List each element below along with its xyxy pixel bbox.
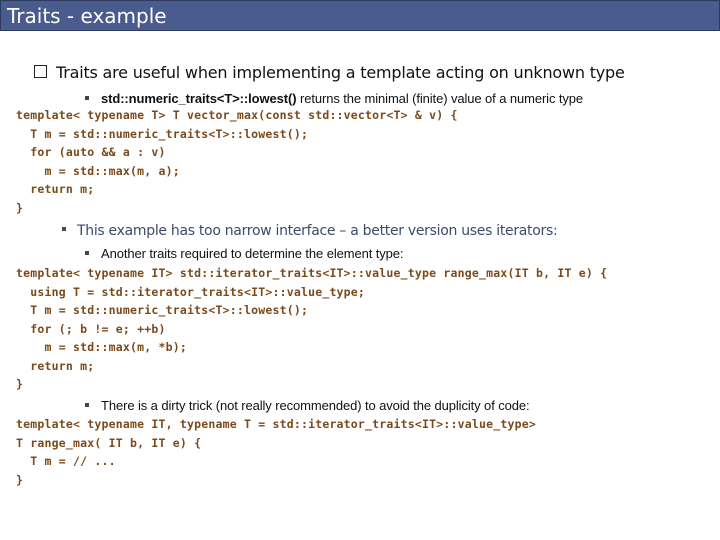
bullet-icon bbox=[62, 227, 66, 231]
intro-text: Traits are useful when implementing a te… bbox=[56, 63, 625, 82]
point-numeric-traits: std::numeric_traits<T>::lowest() returns… bbox=[85, 91, 583, 106]
code-line: for (; b != e; ++b) bbox=[16, 321, 166, 336]
code-line: template< typename T> T vector_max(const… bbox=[16, 108, 458, 122]
code-line: T m = // ... bbox=[16, 454, 116, 468]
code-line: return m; bbox=[16, 358, 95, 373]
point-text: There is a dirty trick (not really recom… bbox=[101, 398, 530, 413]
code-line: } bbox=[16, 472, 24, 487]
code-line: } bbox=[16, 377, 24, 391]
intro-bullet: Traits are useful when implementing a te… bbox=[34, 63, 625, 82]
code-line: m = std::max(m, *b); bbox=[16, 340, 187, 354]
point-dirty-trick: There is a dirty trick (not really recom… bbox=[85, 398, 530, 413]
code-line: using T = std::iterator_traits<IT>::valu… bbox=[16, 284, 366, 299]
code-block-vector-max: template< typename T> T vector_max(const… bbox=[16, 106, 458, 217]
bullet-icon bbox=[85, 250, 89, 255]
point-narrow-interface: This example has too narrow interface – … bbox=[62, 223, 558, 239]
code-line: T m = std::numeric_traits<T>::lowest(); bbox=[16, 303, 309, 317]
code-line: for (auto && a : v) bbox=[16, 145, 166, 159]
code-line: } bbox=[16, 200, 24, 215]
code-line: T range_max( IT b, IT e) { bbox=[16, 435, 202, 450]
point-text: This example has too narrow interface – … bbox=[77, 223, 558, 239]
bullet-icon bbox=[85, 402, 89, 407]
code-line: template< typename IT, typename T = std:… bbox=[16, 417, 537, 431]
code-block-range-max: template< typename IT> std::iterator_tra… bbox=[16, 264, 607, 394]
point-code-term: std::numeric_traits<T>::lowest() bbox=[101, 91, 297, 106]
checkbox-square-icon bbox=[34, 65, 47, 78]
bullet-icon bbox=[85, 95, 89, 100]
code-line: return m; bbox=[16, 182, 95, 196]
code-line: m = std::max(m, a); bbox=[16, 163, 180, 178]
point-text: returns the minimal (finite) value of a … bbox=[296, 91, 584, 106]
point-text: Another traits required to determine the… bbox=[101, 246, 404, 261]
point-another-traits: Another traits required to determine the… bbox=[85, 246, 404, 261]
code-line: template< typename IT> std::iterator_tra… bbox=[16, 266, 608, 280]
slide-title-bar: Traits - example bbox=[0, 0, 720, 31]
code-block-dirty-trick: template< typename IT, typename T = std:… bbox=[16, 415, 536, 489]
code-line: T m = std::numeric_traits<T>::lowest(); bbox=[16, 126, 309, 141]
slide-title: Traits - example bbox=[7, 4, 167, 28]
